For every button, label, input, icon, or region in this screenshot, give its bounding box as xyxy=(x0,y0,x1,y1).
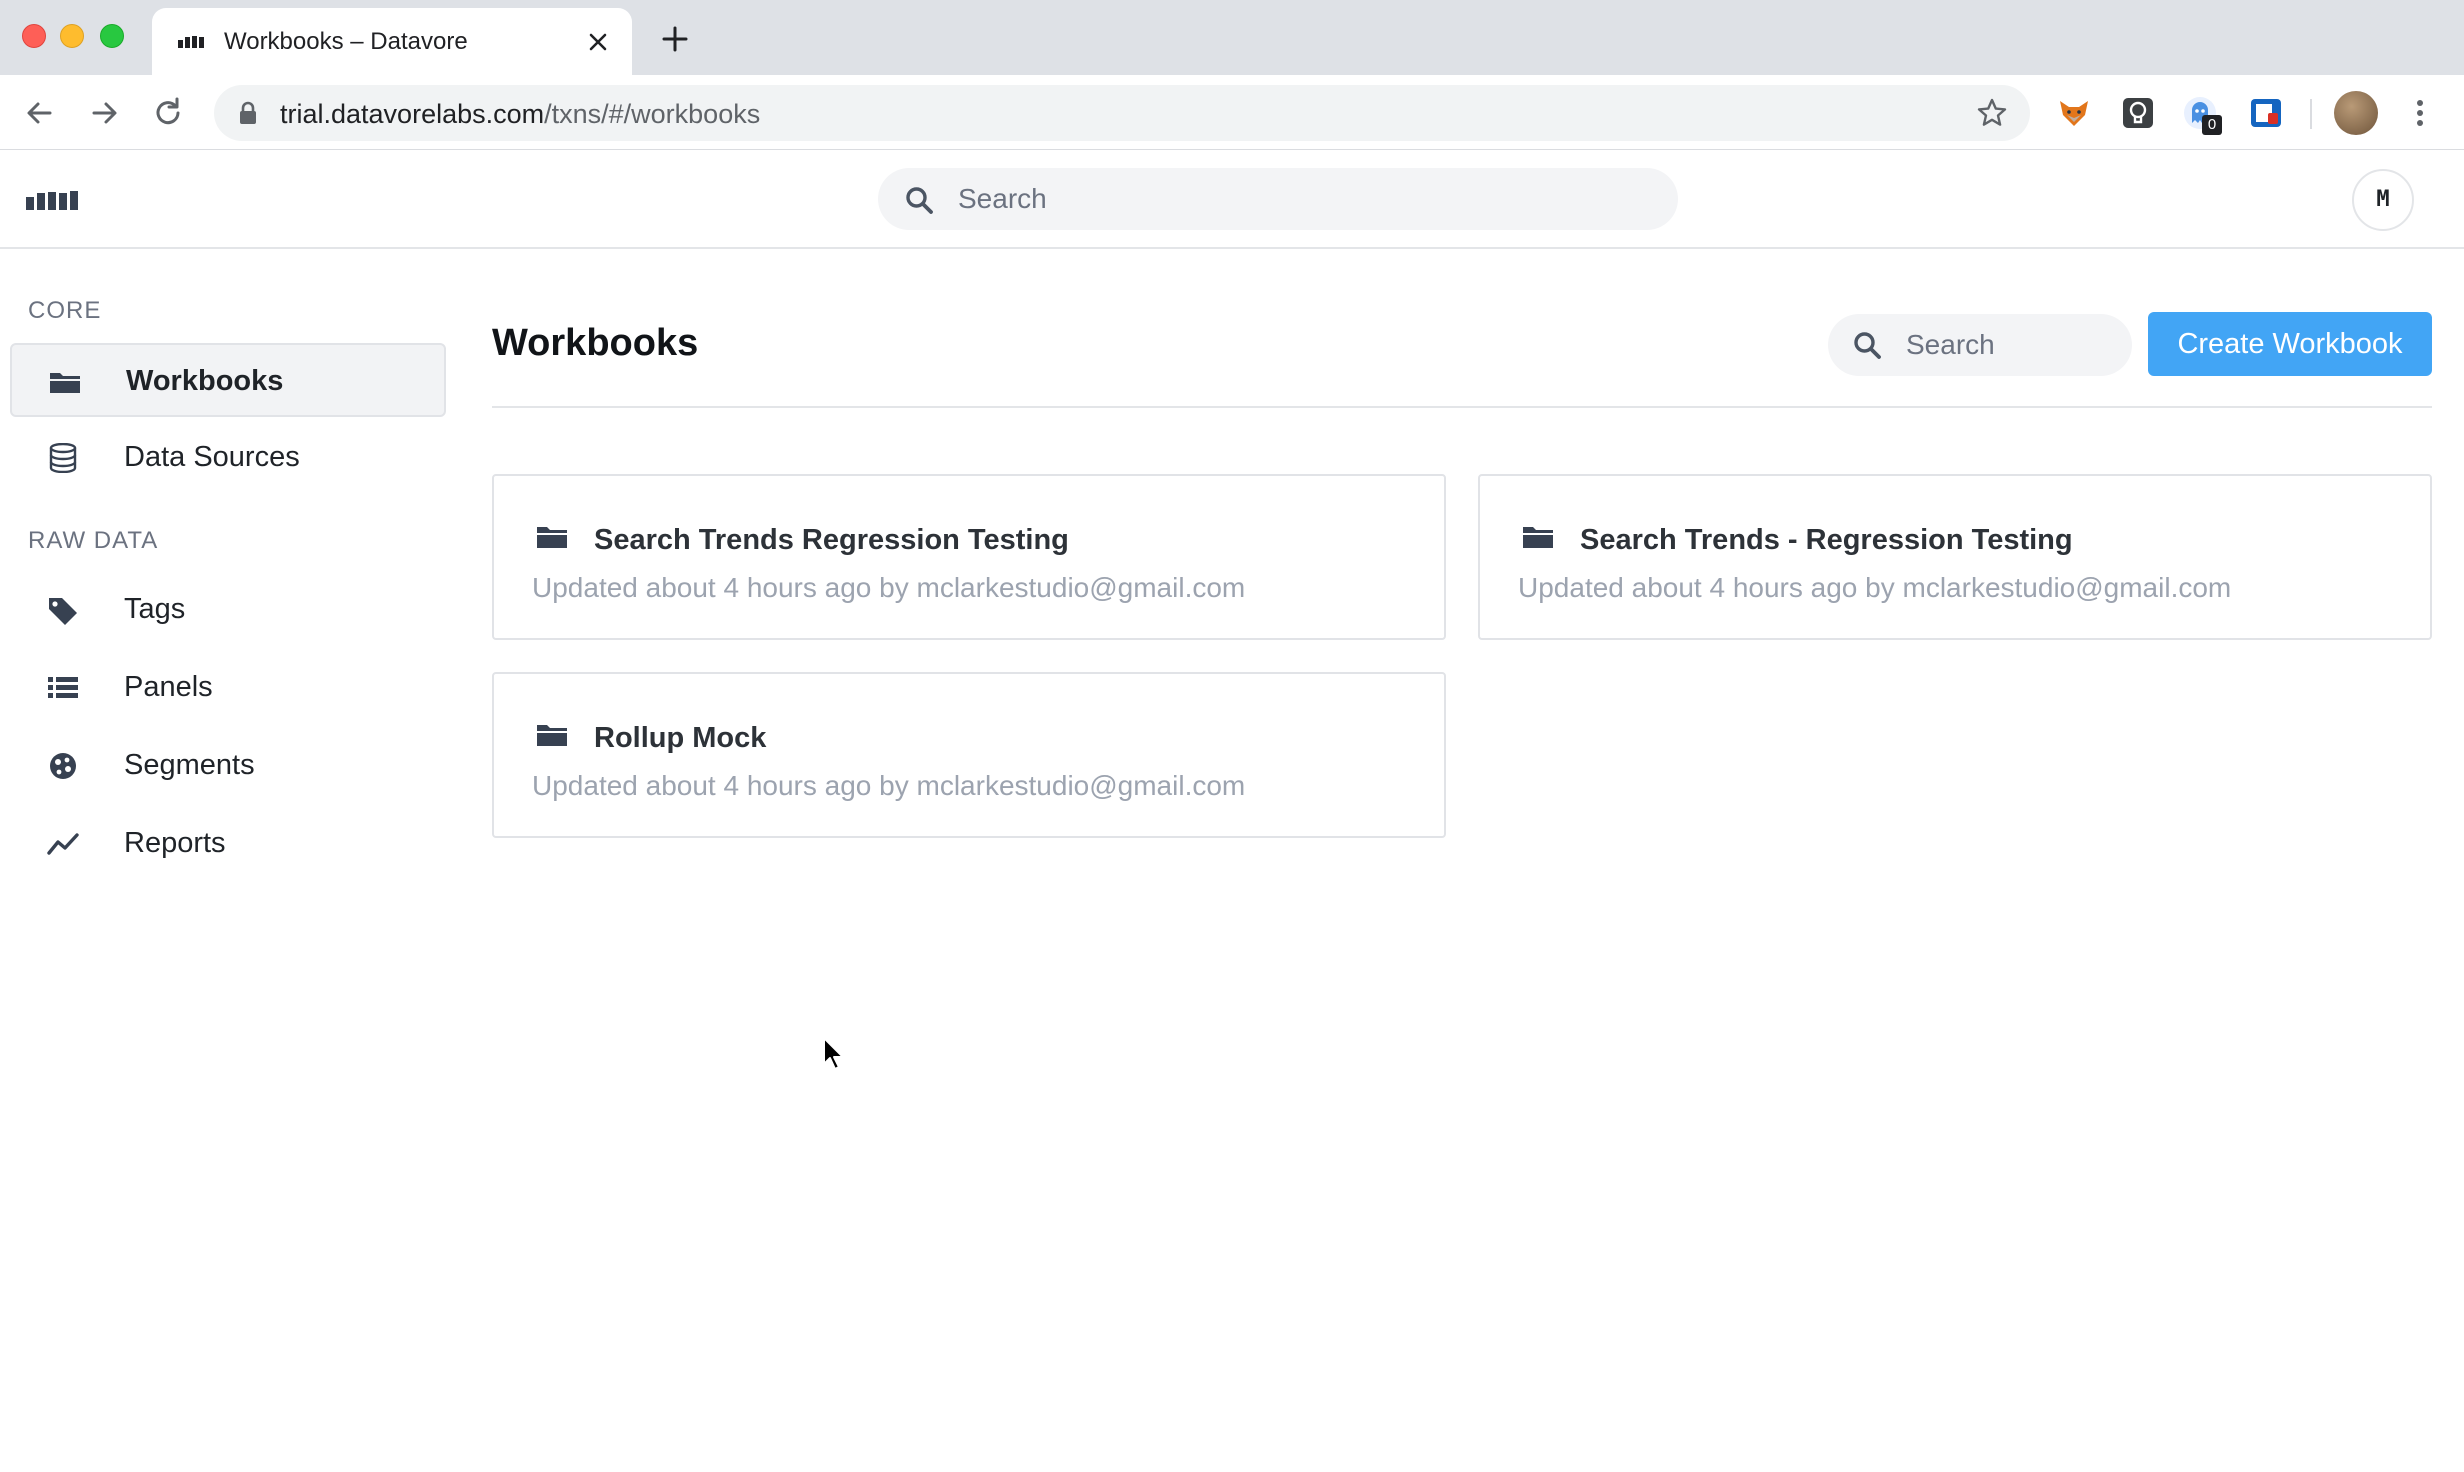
new-tab-icon[interactable] xyxy=(660,24,690,54)
extension-badge-count: 0 xyxy=(2202,115,2222,135)
sidebar-section-raw-data: RAW DATA xyxy=(28,527,159,554)
browser-tab-strip: Workbooks – Datavore xyxy=(0,0,2464,75)
bulb-extension-icon[interactable] xyxy=(2120,95,2156,131)
url-path: /txns/#/workbooks xyxy=(544,99,761,129)
search-icon xyxy=(1854,332,1881,359)
sidebar-item-label: Workbooks xyxy=(126,365,284,397)
sidebar-item-reports[interactable]: Reports xyxy=(10,807,446,881)
fox-extension-icon[interactable] xyxy=(2056,95,2092,131)
browser-toolbar: trial.datavorelabs.com/txns/#/workbooks … xyxy=(0,75,2464,150)
workbook-title: Rollup Mock xyxy=(594,722,767,754)
lock-icon[interactable] xyxy=(238,101,258,125)
datavore-logo-icon[interactable] xyxy=(26,186,80,214)
global-search-input[interactable] xyxy=(958,168,1658,230)
tab-title: Workbooks – Datavore xyxy=(224,28,468,55)
window-zoom-button[interactable] xyxy=(100,24,124,48)
list-icon xyxy=(48,677,78,698)
back-arrow-icon[interactable] xyxy=(22,95,58,131)
sidebar-item-label: Panels xyxy=(124,671,213,703)
workbook-card[interactable]: Rollup Mock Updated about 4 hours ago by… xyxy=(492,672,1446,838)
tab-close-icon[interactable] xyxy=(584,28,612,56)
sidebar-item-workbooks[interactable]: Workbooks xyxy=(10,343,446,417)
workbook-search[interactable] xyxy=(1828,314,2132,376)
browser-menu-icon[interactable] xyxy=(2408,95,2432,131)
create-workbook-button[interactable]: Create Workbook xyxy=(2148,312,2432,376)
line-chart-icon xyxy=(47,833,79,855)
sidebar-item-label: Segments xyxy=(124,749,255,781)
workbook-card[interactable]: Search Trends Regression Testing Updated… xyxy=(492,474,1446,640)
tag-icon xyxy=(49,598,77,625)
sidebar: CORE Workbooks Data Sources RAW DATA Tag… xyxy=(0,251,460,1472)
sidebar-item-panels[interactable]: Panels xyxy=(10,651,446,725)
shield-extension-icon[interactable] xyxy=(2248,95,2284,131)
sidebar-item-label: Data Sources xyxy=(124,441,300,473)
bookmark-star-icon[interactable] xyxy=(1976,97,2008,129)
segments-icon xyxy=(50,753,76,779)
page-title: Workbooks xyxy=(492,322,699,364)
browser-profile-avatar[interactable] xyxy=(2334,91,2378,135)
url-host: trial.datavorelabs.com xyxy=(280,99,545,129)
url-text[interactable]: trial.datavorelabs.com/txns/#/workbooks xyxy=(280,99,760,130)
reload-icon[interactable] xyxy=(150,95,186,131)
header-divider xyxy=(492,406,2432,408)
mouse-pointer-icon xyxy=(823,1037,844,1070)
sidebar-item-data-sources[interactable]: Data Sources xyxy=(10,421,446,495)
workbook-meta: Updated about 4 hours ago by mclarkestud… xyxy=(532,572,1246,603)
sidebar-section-core: CORE xyxy=(28,297,102,324)
folder-icon xyxy=(537,725,567,746)
sidebar-item-label: Reports xyxy=(124,827,226,859)
global-search[interactable] xyxy=(878,168,1678,230)
workbook-meta: Updated about 4 hours ago by mclarkestud… xyxy=(532,770,1246,801)
app-header: M xyxy=(0,150,2464,249)
sidebar-item-segments[interactable]: Segments xyxy=(10,729,446,803)
toolbar-separator xyxy=(2310,99,2312,129)
workbook-meta: Updated about 4 hours ago by mclarkestud… xyxy=(1518,572,2232,603)
workbook-title: Search Trends Regression Testing xyxy=(594,524,1069,556)
datavore-favicon-icon xyxy=(178,36,204,48)
folder-icon xyxy=(1523,527,1553,548)
sidebar-item-label: Tags xyxy=(124,593,186,625)
window-close-button[interactable] xyxy=(22,24,46,48)
workbook-title: Search Trends - Regression Testing xyxy=(1580,524,2073,556)
user-avatar[interactable]: M xyxy=(2352,169,2414,231)
workbook-card[interactable]: Search Trends - Regression Testing Updat… xyxy=(1478,474,2432,640)
forward-arrow-icon[interactable] xyxy=(86,95,122,131)
database-icon xyxy=(49,443,77,473)
address-bar[interactable]: trial.datavorelabs.com/txns/#/workbooks xyxy=(214,85,2030,141)
folder-icon xyxy=(537,527,567,548)
workbook-search-input[interactable] xyxy=(1906,314,2116,376)
window-minimize-button[interactable] xyxy=(60,24,84,48)
browser-tab-active[interactable]: Workbooks – Datavore xyxy=(152,8,632,75)
search-icon xyxy=(906,187,933,214)
ghost-extension-button[interactable]: 0 xyxy=(2182,95,2222,135)
folder-icon xyxy=(50,373,80,393)
sidebar-item-tags[interactable]: Tags xyxy=(10,573,446,647)
